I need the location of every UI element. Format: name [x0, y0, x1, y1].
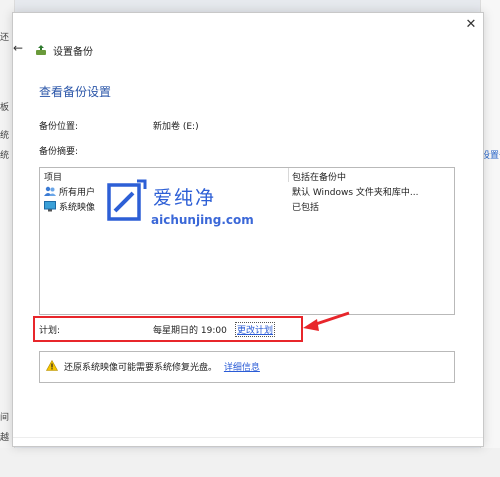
bg-fragment: 越: [0, 433, 10, 443]
watermark-url: aichunjing.com: [151, 213, 254, 227]
list-item[interactable]: 所有用户: [44, 185, 95, 198]
list-item[interactable]: 系统映像: [44, 200, 95, 213]
backup-icon: [36, 45, 46, 55]
watermark: 爱纯净 aichunjing.com: [99, 173, 319, 239]
bg-fragment: 还: [0, 33, 10, 43]
page-heading: 查看备份设置: [39, 85, 112, 99]
schedule-row: 计划: 每星期日的 19:00 更改计划: [33, 316, 303, 342]
bg-fragment: 板: [0, 103, 10, 113]
details-link[interactable]: 详细信息: [224, 363, 260, 373]
column-header-item[interactable]: 项目: [44, 170, 62, 183]
change-schedule-link[interactable]: 更改计划: [235, 322, 276, 337]
location-label: 备份位置:: [39, 122, 79, 132]
monitor-icon: [44, 201, 56, 212]
dialog-title: 设置备份: [53, 47, 93, 58]
watermark-text: 爱纯净: [153, 187, 217, 209]
summary-label: 备份摘要:: [39, 147, 79, 157]
schedule-label: 计划:: [39, 326, 61, 336]
bg-fragment: 统: [0, 131, 10, 141]
schedule-value: 每星期日的 19:00: [153, 326, 227, 336]
users-icon: [44, 186, 56, 196]
item-label: 系统映像: [59, 203, 96, 213]
backup-dialog: ✕ ← 设置备份 查看备份设置 备份位置: 新加卷 (E:) 备份摘要: 项目 …: [12, 12, 484, 447]
bg-fragment: 统: [0, 151, 10, 161]
item-label: 所有用户: [59, 188, 96, 198]
warning-text: 还原系统映像可能需要系统修复光盘。: [64, 363, 218, 373]
bg-fragment: 间: [0, 413, 10, 423]
back-button[interactable]: ←: [13, 41, 25, 55]
warning-box: 还原系统映像可能需要系统修复光盘。 详细信息: [39, 351, 455, 383]
close-button[interactable]: ✕: [464, 18, 478, 32]
location-value: 新加卷 (E:): [153, 122, 199, 132]
bottom-background: [0, 448, 500, 477]
footer-divider: [13, 437, 483, 438]
annotation-arrow-icon: [303, 311, 350, 331]
watermark-logo-icon: [107, 179, 147, 221]
warning-icon: [46, 360, 58, 371]
warning-message: 还原系统映像可能需要系统修复光盘。 详细信息: [64, 360, 260, 373]
